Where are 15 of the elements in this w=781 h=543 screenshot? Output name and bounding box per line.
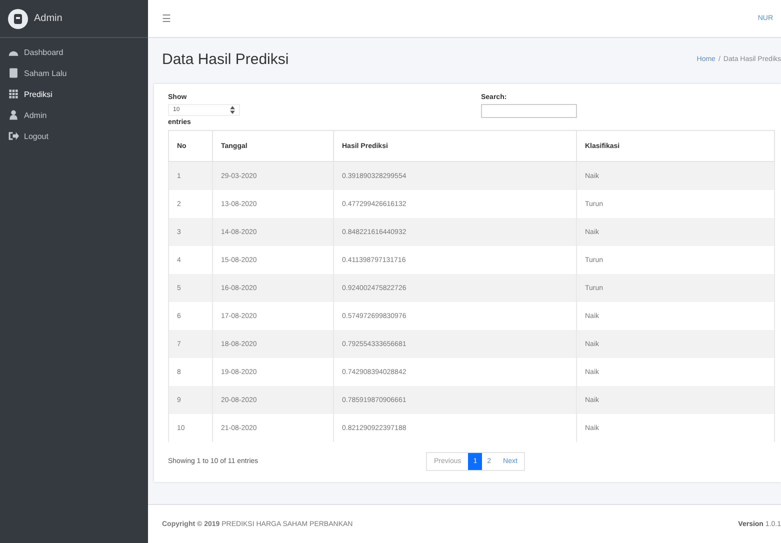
brand-name: Admin <box>34 13 62 24</box>
search-field[interactable] <box>481 104 577 118</box>
sign-out-icon <box>8 131 19 141</box>
sidebar-item[interactable]: Logout <box>0 126 148 147</box>
sidebar-item[interactable]: Admin <box>0 105 148 126</box>
logo-icon <box>8 8 28 28</box>
sidebar-item[interactable]: Saham Lalu <box>0 63 148 84</box>
sidebar-item[interactable]: Prediksi <box>0 84 148 105</box>
page-title: Data Hasil Prediksi <box>162 50 289 68</box>
updown-icon <box>230 106 235 114</box>
book-icon <box>8 68 19 78</box>
sidebar-item[interactable]: Dashboard <box>0 42 148 63</box>
table-icon <box>8 89 19 99</box>
user-icon <box>8 110 19 120</box>
menu-icon[interactable]: ☰ <box>162 12 171 24</box>
